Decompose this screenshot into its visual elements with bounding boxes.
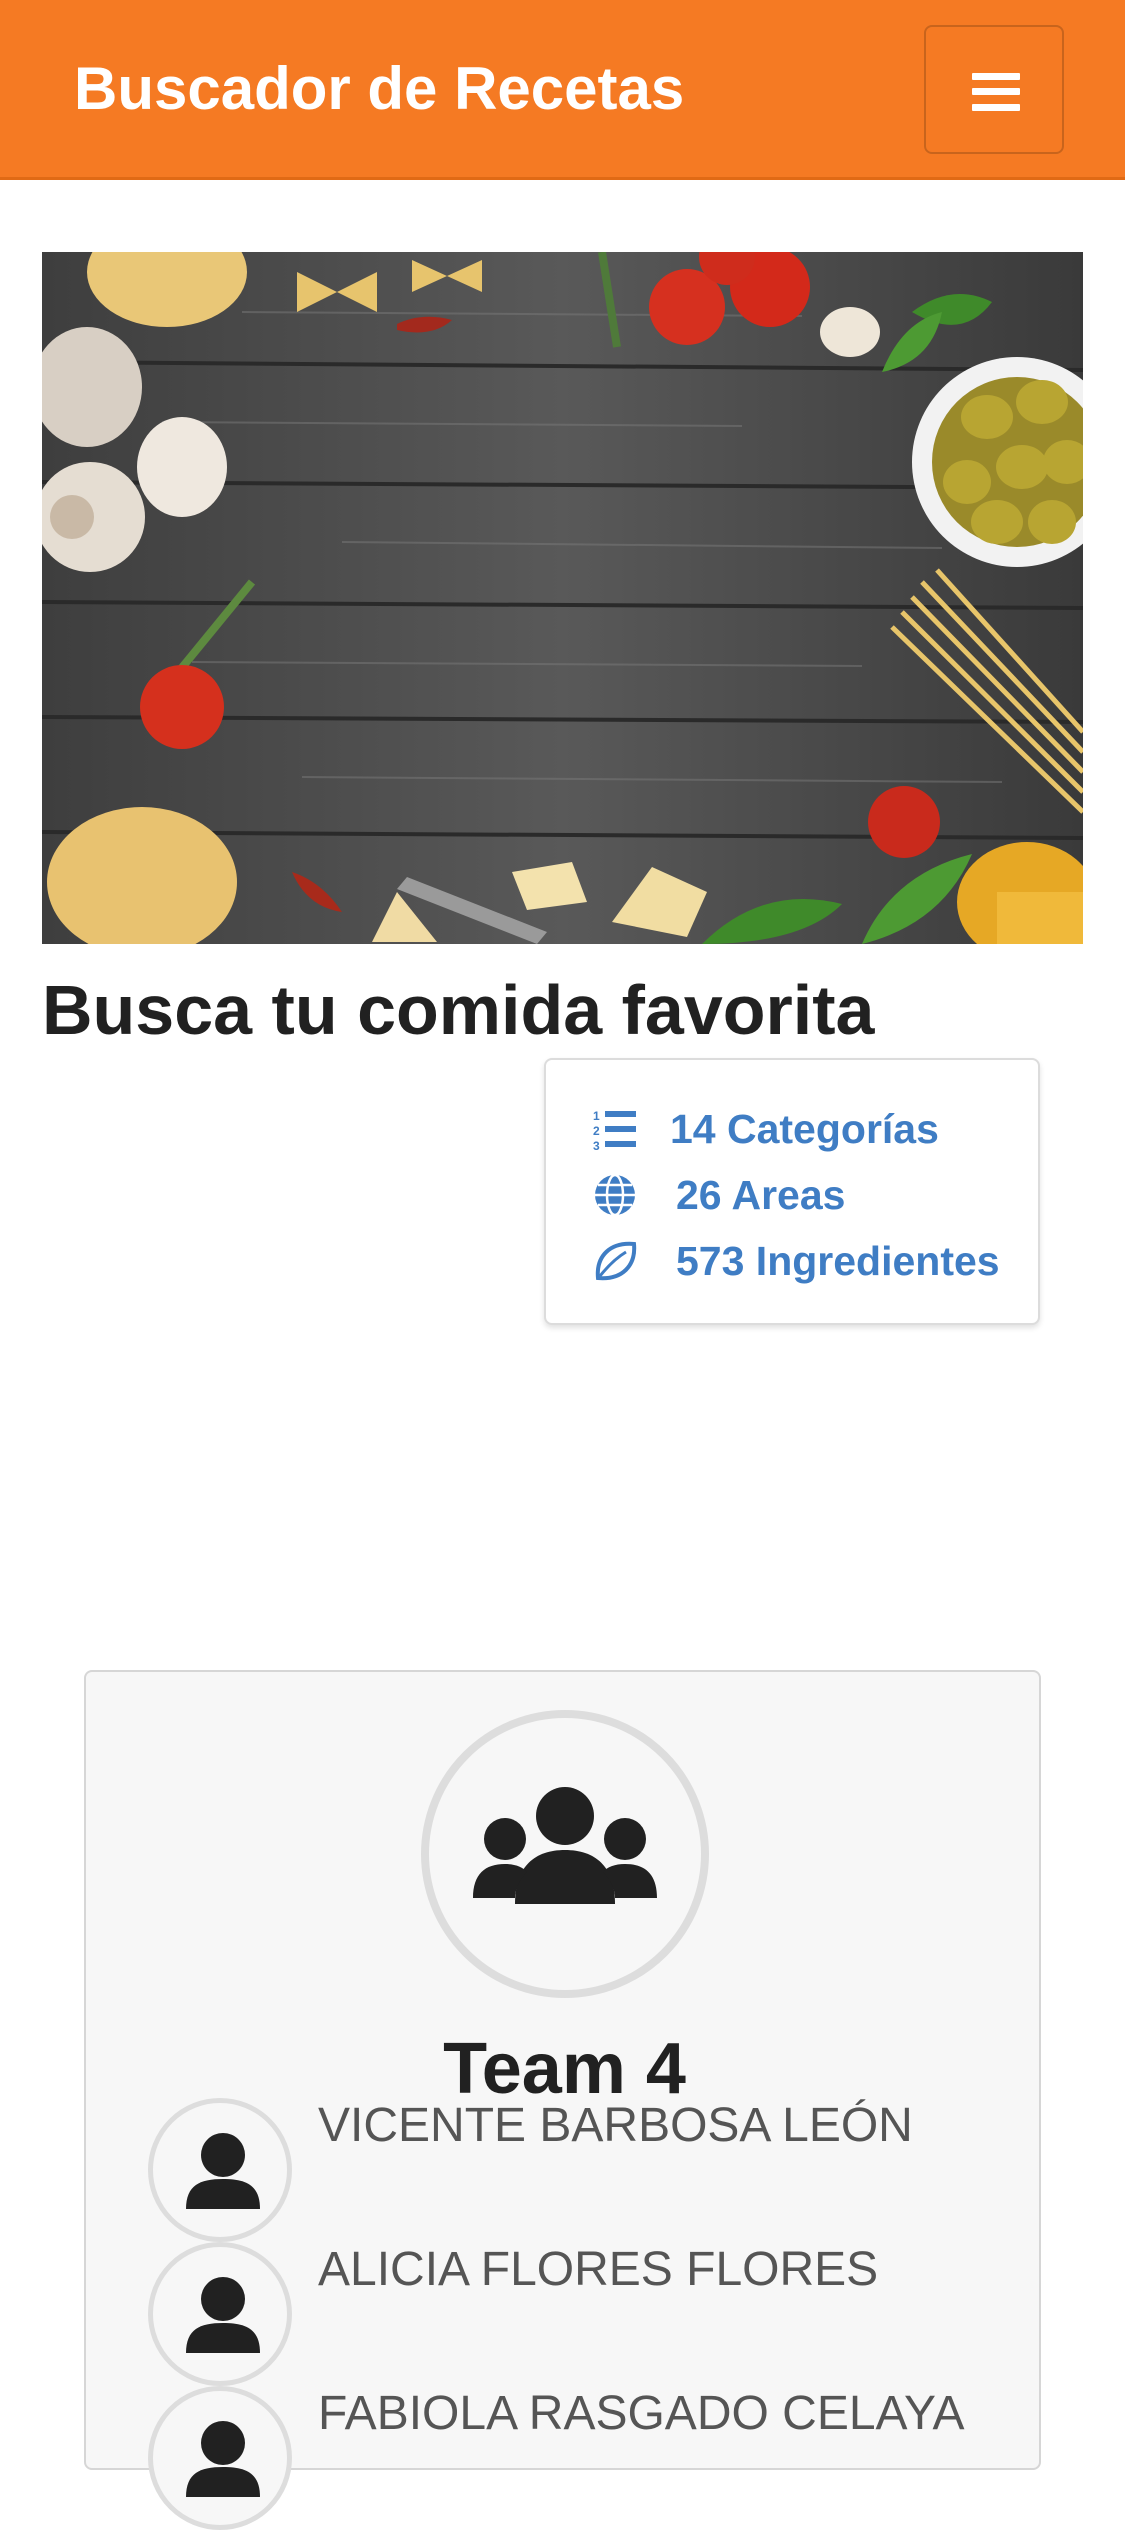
numbered-list-icon: 1 2 3 bbox=[592, 1106, 638, 1152]
navbar: Buscador de Recetas bbox=[0, 0, 1125, 180]
categories-label: 14 Categorías bbox=[670, 1105, 939, 1152]
food-ingredients-illustration bbox=[42, 252, 1083, 944]
team-card: Team 4 VICENTE BARBOSA LEÓN ALICIA FLORE… bbox=[84, 1670, 1041, 2530]
svg-text:1: 1 bbox=[593, 1109, 600, 1123]
member-name: ALICIA FLORES FLORES bbox=[318, 2243, 879, 2296]
areas-link[interactable]: 26 Areas bbox=[592, 1170, 845, 1220]
hero-image bbox=[42, 252, 1083, 944]
page-title: Busca tu comida favorita bbox=[42, 971, 875, 1049]
leaf-icon bbox=[592, 1238, 638, 1284]
navbar-toggle-button[interactable] bbox=[924, 25, 1064, 154]
user-icon bbox=[186, 2421, 260, 2497]
globe-icon bbox=[592, 1172, 638, 1218]
ingredients-label: 573 Ingredientes bbox=[676, 1237, 1000, 1284]
user-icon bbox=[186, 2133, 260, 2209]
member-avatar bbox=[148, 2242, 292, 2386]
member-item: VICENTE BARBOSA LEÓN bbox=[148, 2098, 1028, 2242]
areas-label: 26 Areas bbox=[676, 1171, 846, 1218]
stats-card: 1 2 3 14 Categorías 26 Areas 573 Ingredi… bbox=[544, 1058, 1040, 1325]
user-icon bbox=[186, 2277, 260, 2353]
member-item: ALICIA FLORES FLORES bbox=[148, 2242, 1028, 2386]
member-item: FABIOLA RASGADO CELAYA bbox=[148, 2386, 1028, 2530]
svg-text:3: 3 bbox=[593, 1139, 600, 1152]
svg-text:2: 2 bbox=[593, 1124, 600, 1138]
member-name: VICENTE BARBOSA LEÓN bbox=[318, 2099, 913, 2152]
member-name: FABIOLA RASGADO CELAYA bbox=[318, 2387, 965, 2440]
member-avatar bbox=[148, 2386, 292, 2530]
users-group-icon bbox=[473, 1787, 657, 1904]
brand-link[interactable]: Buscador de Recetas bbox=[74, 54, 684, 123]
member-avatar bbox=[148, 2098, 292, 2242]
team-avatar bbox=[421, 1710, 709, 1998]
ingredients-link[interactable]: 573 Ingredientes bbox=[592, 1236, 1000, 1286]
categories-link[interactable]: 1 2 3 14 Categorías bbox=[592, 1104, 939, 1154]
hamburger-menu-icon bbox=[972, 73, 1020, 111]
